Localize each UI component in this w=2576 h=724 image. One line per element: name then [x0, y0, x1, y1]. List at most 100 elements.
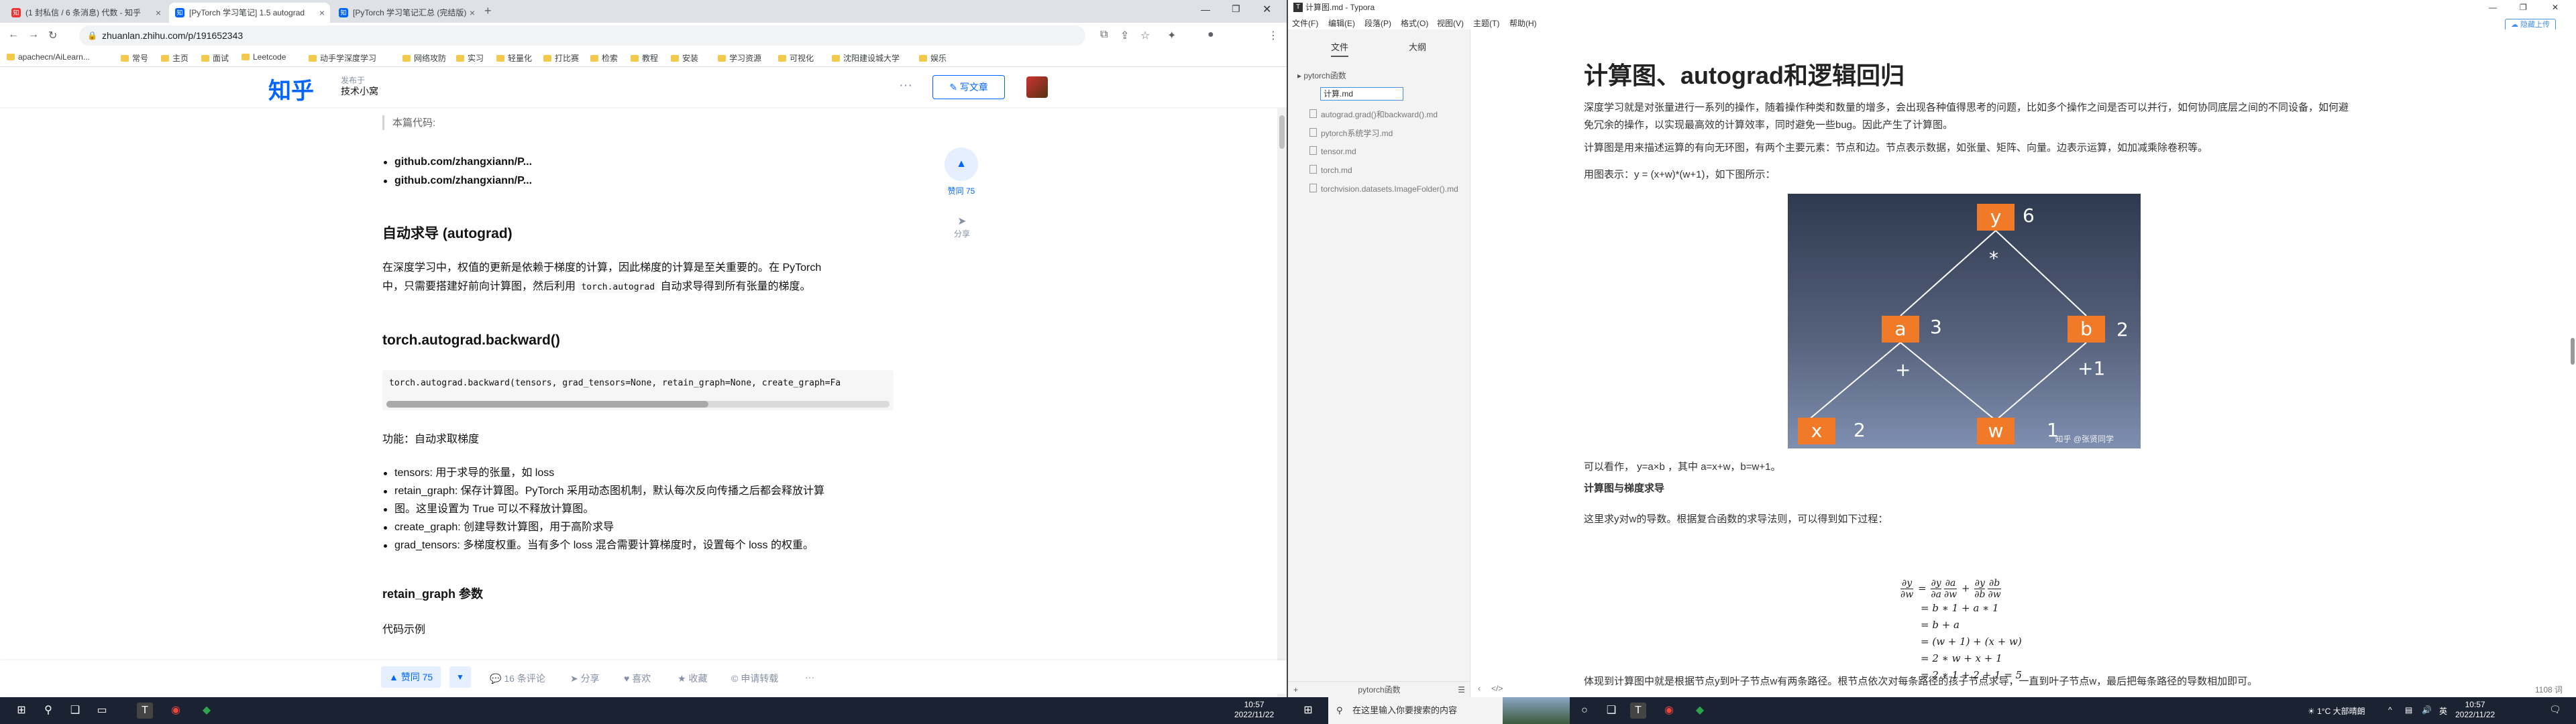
- tab-pytorch-notes[interactable]: 知 [PyTorch 学习笔记汇总 (完结版) ×: [333, 3, 480, 23]
- tab-zhihu-messages[interactable]: 知 (1 封私信 / 6 条消息) 代数 - 知乎 ×: [5, 3, 166, 23]
- folder-icon[interactable]: ☰: [1458, 682, 1465, 697]
- add-icon[interactable]: +: [1293, 682, 1298, 697]
- minimize-button[interactable]: —: [1201, 4, 1210, 15]
- file-explorer-icon[interactable]: ▭: [94, 703, 110, 719]
- file-item[interactable]: pytorch系统学习.md: [1309, 127, 1393, 139]
- collect-button[interactable]: ★ 收藏: [678, 672, 707, 685]
- more-menu-button[interactable]: ···: [899, 78, 912, 93]
- kebab-menu-icon[interactable]: ⋮: [1268, 29, 1279, 42]
- wechat-icon[interactable]: ◆: [1692, 703, 1708, 719]
- volume-icon[interactable]: 🔊: [2422, 705, 2432, 715]
- close-icon[interactable]: ×: [319, 3, 325, 23]
- bookmark-item[interactable]: 面试: [201, 52, 229, 64]
- write-article-button[interactable]: ✎ 写文章: [932, 75, 1005, 99]
- bookmark-item[interactable]: 动手学深度学习: [309, 52, 376, 64]
- editor-area[interactable]: 计算图、autograd和逻辑回归 深度学习就是对张量进行一系列的操作，随着操作…: [1471, 29, 2576, 697]
- forward-arrow-icon[interactable]: →: [28, 29, 39, 41]
- code-scrollbar[interactable]: [386, 401, 890, 408]
- cortana-icon[interactable]: ○: [1576, 703, 1593, 719]
- github-link[interactable]: github.com/zhangxiann/P...: [382, 172, 532, 190]
- bookmark-item[interactable]: 娱乐: [919, 52, 947, 64]
- task-view-icon[interactable]: ❑: [67, 703, 83, 719]
- upvote-button[interactable]: ▲ 赞同 75: [381, 666, 441, 688]
- profile-icon[interactable]: ●: [1208, 29, 1214, 41]
- bookmark-item[interactable]: Leetcode: [241, 52, 286, 62]
- share-icon[interactable]: ⇪: [1120, 29, 1129, 42]
- menu-paragraph[interactable]: 段落(P): [1364, 17, 1391, 29]
- clock[interactable]: 10:57 2022/11/22: [2455, 700, 2495, 720]
- zhihu-logo[interactable]: 知乎: [268, 72, 314, 105]
- column-name[interactable]: 技术小窝: [341, 86, 378, 97]
- bookmark-item[interactable]: 沈阳建设城大学: [832, 52, 900, 64]
- tab-files[interactable]: 文件: [1331, 40, 1349, 57]
- network-icon[interactable]: ▤: [2405, 705, 2412, 715]
- puzzle-icon[interactable]: ✦: [1167, 29, 1176, 42]
- share-button[interactable]: ➤ 分享: [570, 672, 600, 685]
- file-item[interactable]: tensor.md: [1309, 146, 1356, 156]
- notification-icon[interactable]: 🗨: [2549, 704, 2561, 715]
- ime-indicator[interactable]: 英: [2439, 705, 2447, 717]
- close-window-button[interactable]: ✕: [1263, 3, 1271, 16]
- reload-icon[interactable]: ↻: [48, 29, 57, 42]
- maximize-button[interactable]: ❐: [2520, 0, 2527, 15]
- side-share-button[interactable]: ➤ 分享: [949, 215, 975, 239]
- search-icon[interactable]: ⚲: [40, 703, 56, 719]
- page-scrollbar[interactable]: [1277, 107, 1287, 697]
- file-item[interactable]: torch.md: [1309, 165, 1352, 175]
- apply-repost-button[interactable]: © 申请转载: [731, 672, 778, 685]
- bookmark-item[interactable]: 可视化: [778, 52, 814, 64]
- chrome-icon[interactable]: ◉: [1661, 703, 1677, 719]
- more-actions-button[interactable]: ···: [805, 672, 814, 682]
- downvote-button[interactable]: ▼: [449, 666, 471, 688]
- file-item[interactable]: autograd.grad()和backward().md: [1309, 109, 1438, 120]
- comments-button[interactable]: 💬 16 条评论: [490, 672, 545, 685]
- menu-theme[interactable]: 主题(T): [1473, 17, 1499, 29]
- avatar[interactable]: [1026, 76, 1048, 98]
- tab-outline[interactable]: 大纲: [1409, 40, 1426, 53]
- rename-input[interactable]: 计算.md: [1320, 87, 1403, 101]
- bookmark-item[interactable]: 学习资源: [718, 52, 761, 64]
- bookmark-item[interactable]: apachecn/AiLearn...: [7, 52, 90, 62]
- folder-item[interactable]: ▸ pytorch函数: [1297, 70, 1346, 81]
- source-mode-icon[interactable]: </>: [1491, 684, 1503, 693]
- bookmark-item[interactable]: 检索: [590, 52, 618, 64]
- bookmark-item[interactable]: 打比赛: [543, 52, 579, 64]
- close-icon[interactable]: ×: [156, 3, 161, 23]
- like-button[interactable]: ♥ 喜欢: [624, 672, 651, 685]
- menu-view[interactable]: 视图(V): [1437, 17, 1464, 29]
- new-tab-button[interactable]: +: [484, 4, 492, 18]
- typora-taskbar-icon[interactable]: T: [1630, 703, 1646, 719]
- side-vote-button[interactable]: ▲ 赞同 75: [945, 147, 978, 196]
- menu-file[interactable]: 文件(F): [1292, 17, 1318, 29]
- bookmark-item[interactable]: 教程: [631, 52, 658, 64]
- bookmark-item[interactable]: 常号: [121, 52, 148, 64]
- clock[interactable]: 10:57 2022/11/22: [1234, 700, 1274, 720]
- bookmark-item[interactable]: 网络攻防: [402, 52, 446, 64]
- windows-start-icon[interactable]: ⊞: [1300, 703, 1316, 719]
- close-icon[interactable]: ×: [470, 3, 475, 23]
- star-icon[interactable]: ☆: [1140, 29, 1150, 42]
- windows-start-icon[interactable]: ⊞: [13, 703, 30, 719]
- close-window-button[interactable]: ✕: [2552, 0, 2559, 15]
- task-view-icon[interactable]: ❑: [1603, 703, 1619, 719]
- bookmark-item[interactable]: 轻量化: [496, 52, 532, 64]
- menu-help[interactable]: 帮助(H): [1509, 17, 1537, 29]
- bookmark-item[interactable]: 安装: [671, 52, 698, 64]
- editor-scrollbar[interactable]: [2569, 29, 2576, 681]
- github-link[interactable]: github.com/zhangxiann/P...: [382, 153, 532, 172]
- tab-autograd-article[interactable]: 知 [PyTorch 学习笔记] 1.5 autograd ×: [169, 3, 330, 23]
- menu-edit[interactable]: 编辑(E): [1328, 17, 1355, 29]
- file-item[interactable]: torchvision.datasets.ImageFolder().md: [1309, 184, 1458, 194]
- extensions-icon[interactable]: ⧉: [1100, 29, 1108, 41]
- minimize-button[interactable]: —: [2489, 0, 2497, 15]
- bookmark-item[interactable]: 实习: [456, 52, 484, 64]
- chrome-icon[interactable]: ◉: [168, 703, 184, 719]
- wechat-icon[interactable]: ◆: [199, 703, 215, 719]
- back-arrow-icon[interactable]: ←: [8, 29, 19, 41]
- bookmark-item[interactable]: 主页: [161, 52, 189, 64]
- weather-widget[interactable]: ☀ 1°C 大部晴朗: [2308, 705, 2365, 717]
- menu-format[interactable]: 格式(O): [1401, 17, 1428, 29]
- tray-chevron-icon[interactable]: ^: [2388, 705, 2392, 715]
- word-count[interactable]: 1108 词: [2535, 684, 2563, 695]
- chevron-left-icon[interactable]: ‹: [1478, 684, 1481, 693]
